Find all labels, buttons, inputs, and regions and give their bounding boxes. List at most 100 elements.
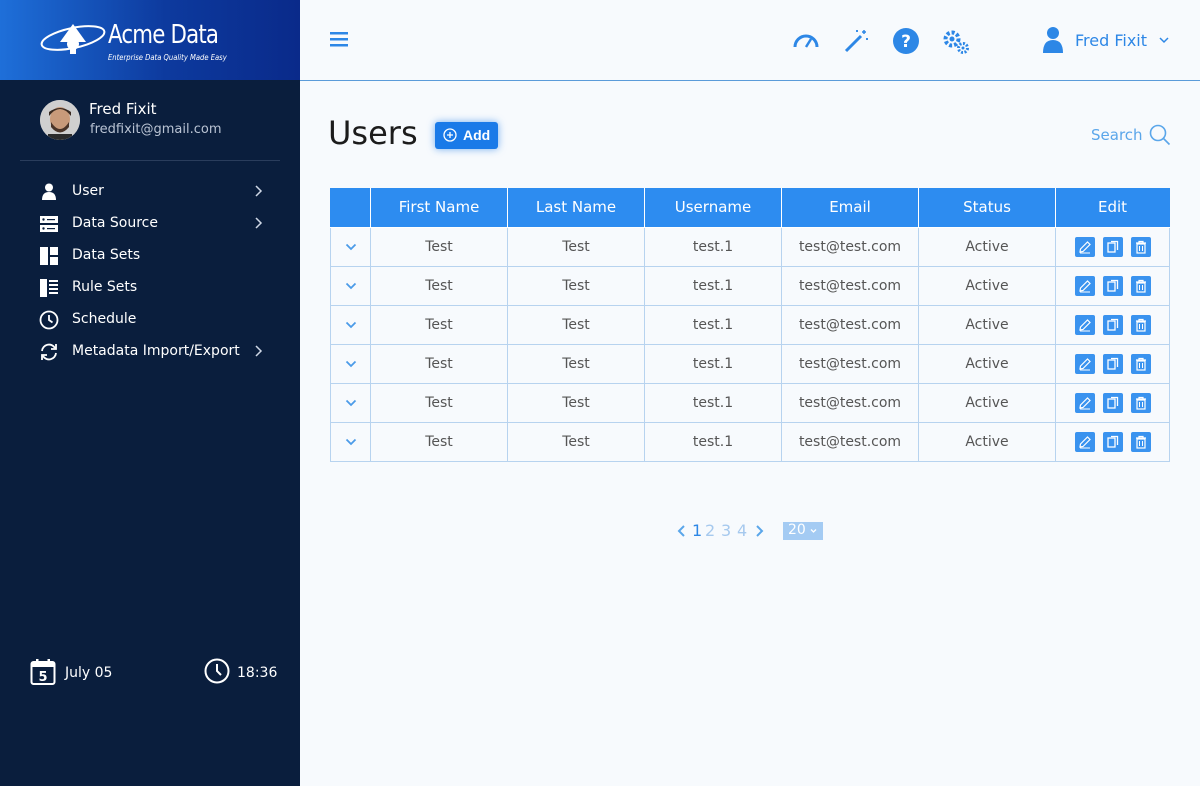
chevron-right-icon[interactable] bbox=[755, 524, 764, 538]
column-header-last-name[interactable]: Last Name bbox=[507, 188, 645, 228]
page-3[interactable]: 3 bbox=[721, 521, 731, 540]
delete-button[interactable] bbox=[1130, 275, 1151, 296]
page-4[interactable]: 4 bbox=[737, 521, 747, 540]
copy-button[interactable] bbox=[1102, 431, 1123, 452]
copy-button[interactable] bbox=[1102, 314, 1123, 335]
pencil-icon bbox=[1078, 435, 1091, 448]
delete-button[interactable] bbox=[1130, 431, 1151, 452]
cell-first-name: Test bbox=[370, 343, 508, 384]
edit-button[interactable] bbox=[1074, 314, 1095, 335]
copy-button[interactable] bbox=[1102, 353, 1123, 374]
sidebar-item-rule-sets[interactable]: Rule Sets bbox=[0, 272, 300, 304]
plus-circle-icon bbox=[443, 128, 457, 142]
copy-button[interactable] bbox=[1102, 236, 1123, 257]
users-table: First Name Last Name Username Email Stat… bbox=[330, 188, 1170, 462]
chevron-down-icon[interactable] bbox=[345, 321, 357, 329]
column-header-username[interactable]: Username bbox=[644, 188, 782, 228]
delete-button[interactable] bbox=[1130, 392, 1151, 413]
cell-first-name: Test bbox=[370, 421, 508, 462]
svg-text:?: ? bbox=[901, 32, 911, 52]
calendar-icon: 5 bbox=[30, 659, 56, 685]
chevron-down-icon[interactable] bbox=[345, 282, 357, 290]
cell-email: test@test.com bbox=[781, 304, 919, 345]
delete-button[interactable] bbox=[1130, 236, 1151, 257]
add-user-button[interactable]: Add bbox=[435, 122, 498, 149]
cell-email: test@test.com bbox=[781, 265, 919, 306]
server-icon bbox=[40, 216, 58, 232]
time-label: 18:36 bbox=[237, 665, 278, 681]
trash-icon bbox=[1135, 240, 1146, 254]
row-expand-cell bbox=[330, 265, 371, 306]
chevron-right-icon bbox=[255, 345, 263, 357]
clock-icon bbox=[204, 658, 230, 684]
magic-wand-icon[interactable] bbox=[842, 27, 870, 55]
grid-icon bbox=[40, 247, 58, 265]
row-expand-cell bbox=[330, 226, 371, 267]
copy-icon bbox=[1106, 279, 1118, 292]
page-2[interactable]: 2 bbox=[705, 521, 715, 540]
pencil-icon bbox=[1078, 240, 1091, 253]
edit-button[interactable] bbox=[1074, 392, 1095, 413]
search-label: Search bbox=[1091, 126, 1143, 144]
avatar[interactable] bbox=[40, 100, 80, 140]
column-header-status[interactable]: Status bbox=[918, 188, 1056, 228]
cell-status: Active bbox=[918, 343, 1056, 384]
pencil-icon bbox=[1078, 279, 1091, 292]
page-1[interactable]: 1 bbox=[692, 521, 702, 540]
pencil-icon bbox=[1078, 318, 1091, 331]
user-menu-name: Fred Fixit bbox=[1075, 31, 1148, 50]
user-icon bbox=[1043, 27, 1063, 53]
edit-button[interactable] bbox=[1074, 431, 1095, 452]
chevron-down-icon bbox=[1159, 37, 1169, 44]
sidebar-item-label: Rule Sets bbox=[72, 279, 138, 295]
sidebar-item-schedule[interactable]: Schedule bbox=[0, 304, 300, 336]
clock-icon bbox=[39, 310, 59, 330]
dashboard-gauge-icon[interactable] bbox=[792, 27, 820, 55]
column-header-first-name[interactable]: First Name bbox=[370, 188, 508, 228]
chevron-down-icon bbox=[810, 529, 817, 533]
cell-last-name: Test bbox=[507, 421, 645, 462]
edit-button[interactable] bbox=[1074, 353, 1095, 374]
column-header-email[interactable]: Email bbox=[781, 188, 919, 228]
date-label: July 05 bbox=[65, 665, 113, 681]
user-menu[interactable]: Fred Fixit bbox=[1042, 26, 1182, 56]
settings-gears-icon[interactable] bbox=[942, 27, 970, 55]
cell-first-name: Test bbox=[370, 304, 508, 345]
edit-button[interactable] bbox=[1074, 275, 1095, 296]
search-button[interactable]: Search bbox=[1091, 122, 1171, 148]
chevron-left-icon[interactable] bbox=[677, 524, 686, 538]
per-page-select[interactable]: 20 bbox=[783, 522, 823, 540]
page-title: Users bbox=[328, 114, 418, 152]
cell-username: test.1 bbox=[644, 421, 782, 462]
sidebar-item-data-source[interactable]: Data Source bbox=[0, 208, 300, 240]
table-row: Test Test test.1 test@test.com Active bbox=[330, 226, 1170, 267]
table-row: Test Test test.1 test@test.com Active bbox=[330, 265, 1170, 306]
row-actions bbox=[1055, 382, 1170, 423]
row-actions bbox=[1055, 226, 1170, 267]
profile-email: fredfixit@gmail.com bbox=[90, 122, 222, 137]
chevron-down-icon[interactable] bbox=[345, 360, 357, 368]
copy-button[interactable] bbox=[1102, 275, 1123, 296]
sidebar-item-metadata-import-export[interactable]: Metadata Import/Export bbox=[0, 336, 300, 368]
sidebar-item-user[interactable]: User bbox=[0, 176, 300, 208]
delete-button[interactable] bbox=[1130, 353, 1151, 374]
hamburger-menu-icon[interactable] bbox=[330, 30, 348, 48]
chevron-down-icon[interactable] bbox=[345, 399, 357, 407]
sidebar-item-data-sets[interactable]: Data Sets bbox=[0, 240, 300, 272]
acme-logo-icon bbox=[40, 24, 106, 54]
chevron-down-icon[interactable] bbox=[345, 438, 357, 446]
cell-status: Active bbox=[918, 265, 1056, 306]
chevron-down-icon[interactable] bbox=[345, 243, 357, 251]
copy-button[interactable] bbox=[1102, 392, 1123, 413]
sidebar: Acme Data Enterprise Data Quality Made E… bbox=[0, 0, 300, 786]
sync-icon bbox=[41, 343, 57, 361]
trash-icon bbox=[1135, 435, 1146, 449]
edit-button[interactable] bbox=[1074, 236, 1095, 257]
pencil-icon bbox=[1078, 396, 1091, 409]
help-icon[interactable]: ? bbox=[892, 27, 920, 55]
list-icon bbox=[40, 279, 58, 297]
delete-button[interactable] bbox=[1130, 314, 1151, 335]
sidebar-item-label: Metadata Import/Export bbox=[72, 343, 240, 359]
cell-first-name: Test bbox=[370, 382, 508, 423]
cell-last-name: Test bbox=[507, 304, 645, 345]
